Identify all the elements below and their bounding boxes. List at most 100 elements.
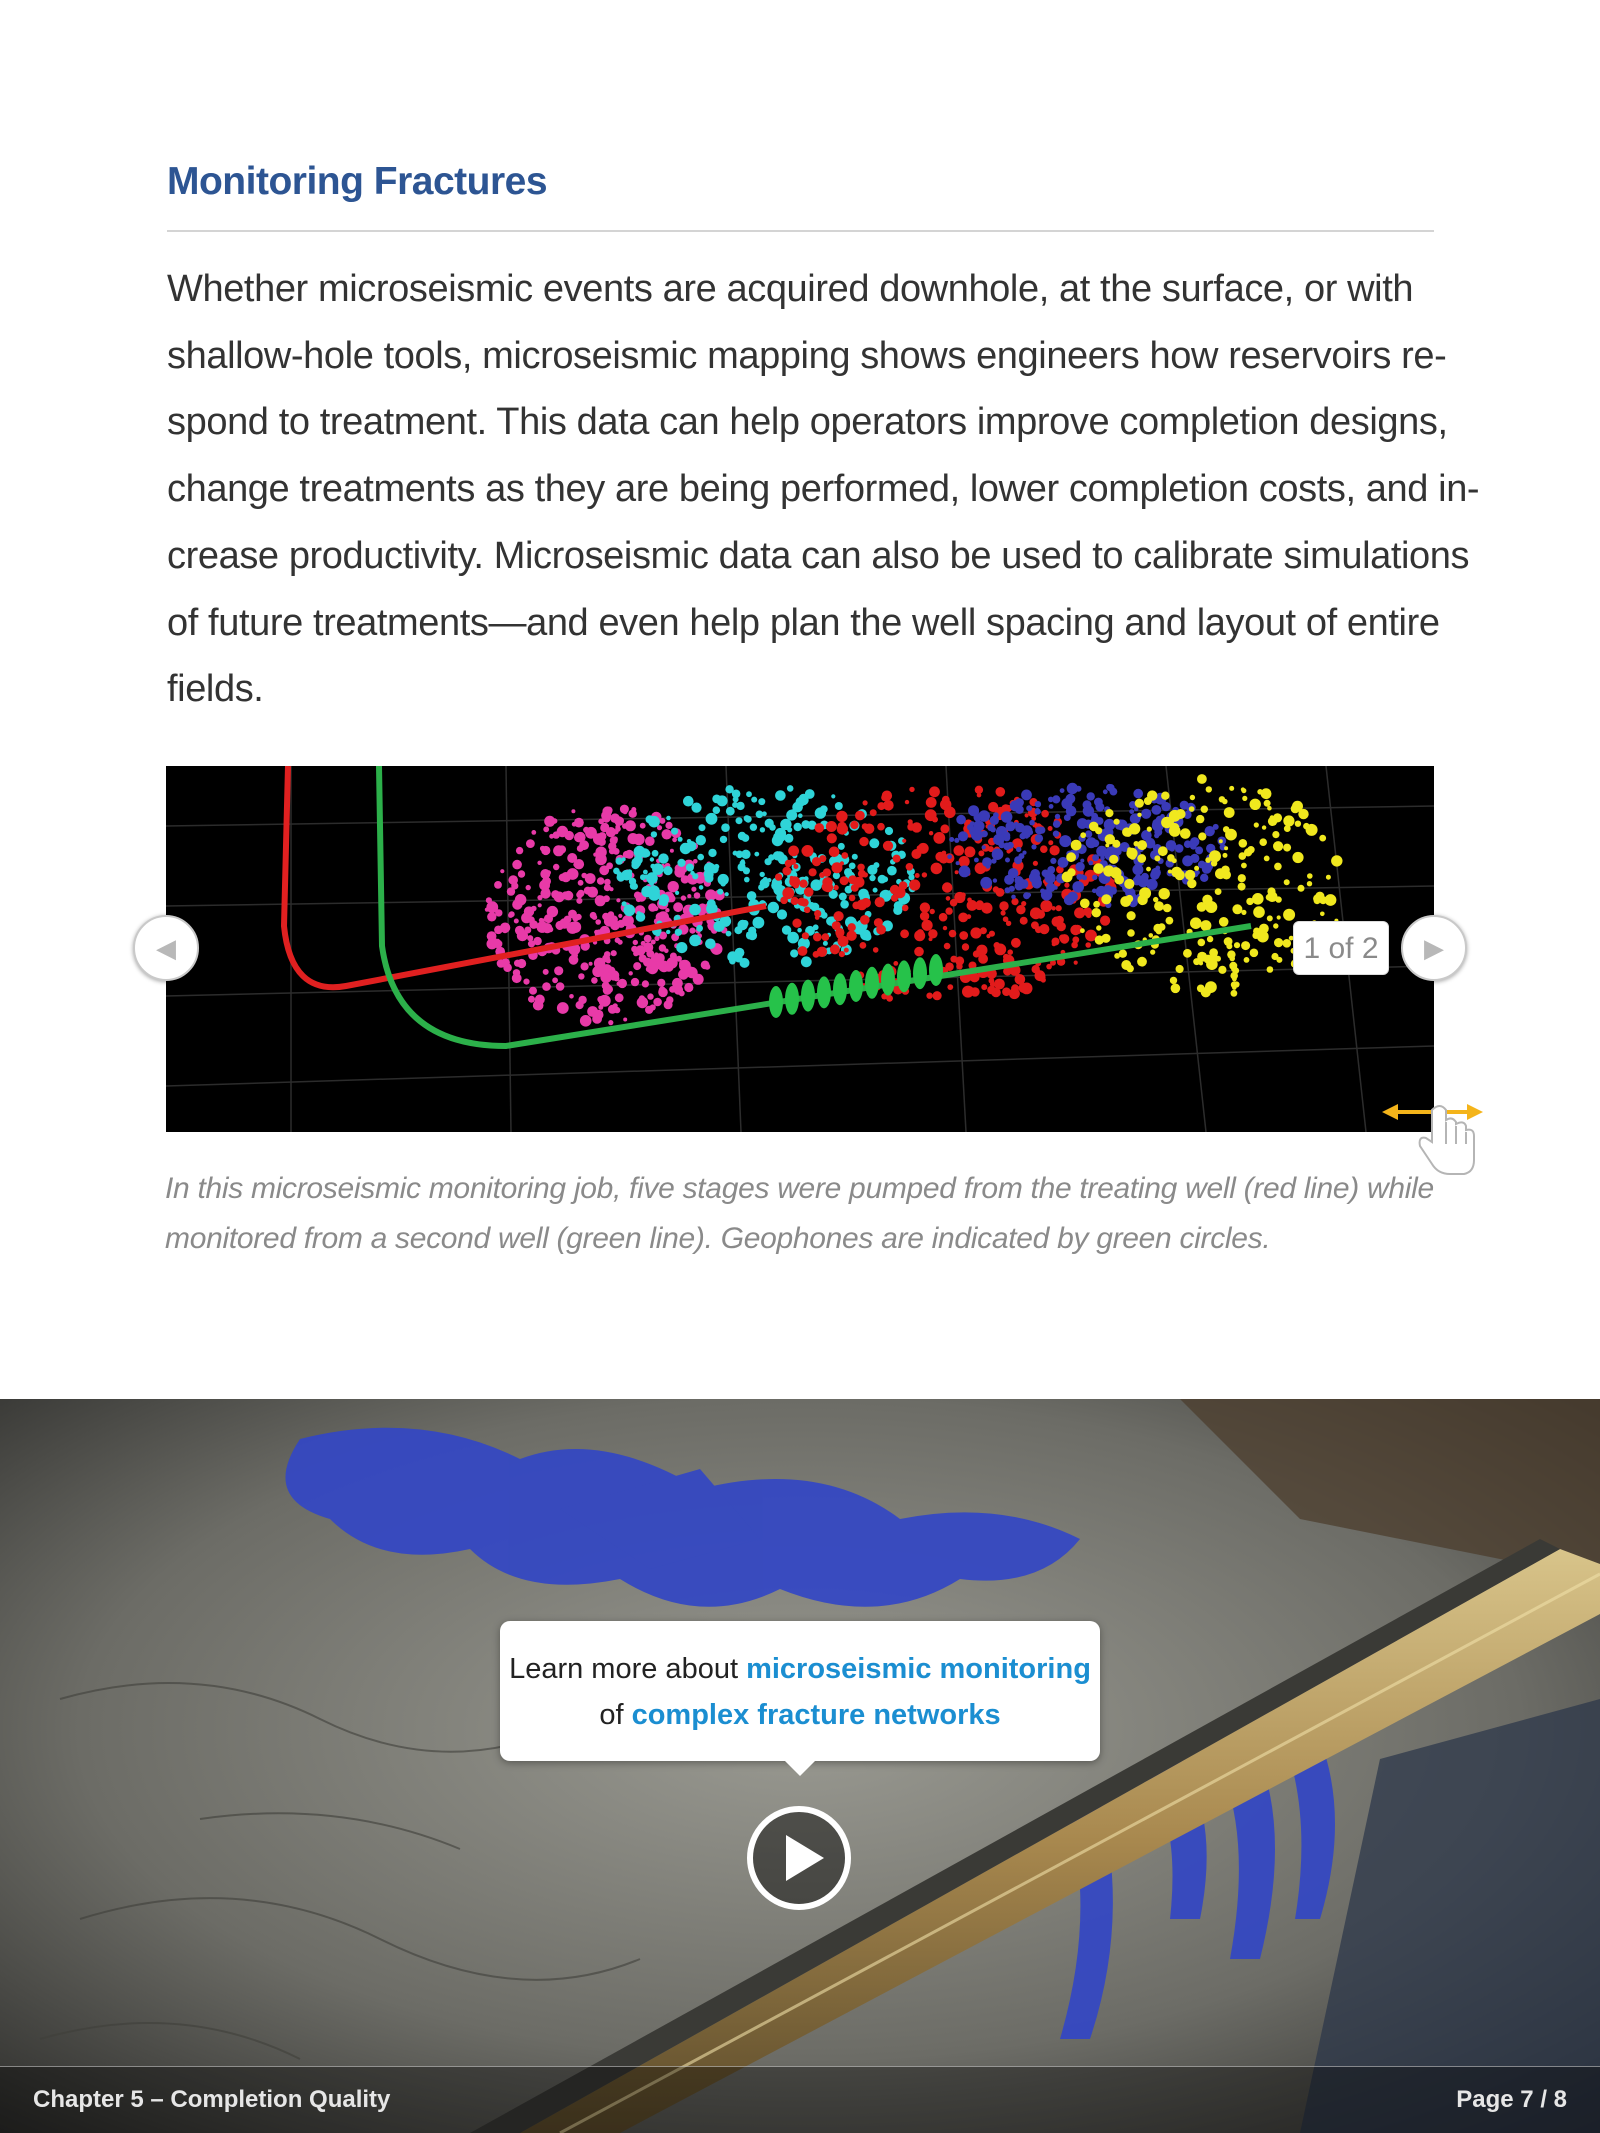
microseismic-event-dot bbox=[679, 842, 692, 855]
microseismic-event-dot bbox=[1266, 915, 1273, 922]
microseismic-event-dot bbox=[907, 819, 913, 825]
microseismic-event-dot bbox=[735, 817, 743, 825]
microseismic-event-dot bbox=[615, 857, 623, 865]
microseismic-event-dot bbox=[543, 826, 550, 833]
microseismic-event-dot bbox=[624, 820, 636, 832]
microseismic-event-dot bbox=[1048, 840, 1054, 846]
microseismic-event-dot bbox=[1141, 830, 1152, 841]
microseismic-event-dot bbox=[981, 845, 986, 850]
microseismic-event-dot bbox=[962, 985, 974, 998]
geophone-marker bbox=[865, 966, 879, 999]
microseismic-event-dot bbox=[959, 931, 969, 940]
microseismic-event-dot bbox=[623, 1017, 628, 1022]
microseismic-event-dot bbox=[1146, 866, 1151, 872]
microseismic-event-dot bbox=[776, 909, 788, 920]
microseismic-event-dot bbox=[537, 860, 542, 865]
microseismic-event-dot bbox=[739, 957, 750, 968]
microseismic-event-dot bbox=[857, 863, 865, 871]
microseismic-event-dot bbox=[773, 833, 780, 840]
microseismic-event-dot bbox=[1212, 823, 1219, 830]
microseismic-event-dot bbox=[893, 961, 899, 966]
microseismic-event-dot bbox=[1168, 825, 1181, 837]
microseismic-event-dot bbox=[749, 823, 758, 831]
microseismic-event-dot bbox=[1064, 882, 1070, 888]
microseismic-monitoring-link[interactable]: microseismic monitoring bbox=[746, 1653, 1091, 1685]
microseismic-event-dot bbox=[828, 846, 840, 858]
microseismic-event-dot bbox=[703, 869, 714, 880]
microseismic-event-dot bbox=[496, 959, 506, 968]
microseismic-event-dot bbox=[595, 895, 604, 903]
microseismic-event-dot bbox=[774, 873, 783, 881]
microseismic-event-dot bbox=[1128, 823, 1141, 835]
microseismic-event-dot bbox=[608, 1020, 614, 1026]
microseismic-event-dot bbox=[644, 874, 649, 879]
microseismic-event-dot bbox=[764, 858, 772, 866]
microseismic-event-dot bbox=[844, 868, 853, 877]
microseismic-event-dot bbox=[1267, 891, 1278, 902]
microseismic-event-dot bbox=[941, 795, 950, 804]
microseismic-event-dot bbox=[792, 882, 800, 889]
microseismic-event-dot bbox=[609, 887, 614, 892]
microseismic-event-dot bbox=[1127, 847, 1132, 852]
microseismic-event-dot bbox=[846, 930, 857, 941]
next-slide-button[interactable]: ▶ bbox=[1401, 915, 1467, 981]
microseismic-event-dot bbox=[1046, 963, 1052, 970]
microseismic-event-dot bbox=[999, 901, 1009, 911]
slide-counter: 1 of 2 bbox=[1293, 921, 1389, 975]
learn-more-callout: Learn more about microseismic monitoring… bbox=[500, 1621, 1100, 1761]
play-icon[interactable] bbox=[746, 1805, 852, 1911]
microseismic-event-dot bbox=[901, 904, 909, 912]
microseismic-event-dot bbox=[872, 887, 878, 893]
microseismic-event-dot bbox=[647, 993, 654, 1000]
microseismic-event-dot bbox=[639, 822, 646, 829]
microseismic-event-dot bbox=[553, 845, 565, 857]
microseismic-event-dot bbox=[793, 864, 799, 869]
microseismic-event-dot bbox=[667, 881, 679, 893]
microseismic-event-dot bbox=[780, 896, 788, 905]
microseismic-event-dot bbox=[638, 954, 647, 963]
microseismic-event-dot bbox=[1076, 873, 1083, 880]
microseismic-event-dot bbox=[1276, 956, 1283, 963]
microseismic-event-dot bbox=[669, 986, 676, 993]
microseismic-event-dot bbox=[1226, 943, 1233, 950]
body-line: fields. bbox=[167, 668, 264, 711]
microseismic-event-dot bbox=[994, 978, 1005, 990]
microseismic-event-dot bbox=[1101, 894, 1112, 905]
microseismic-event-dot bbox=[771, 880, 782, 891]
microseismic-event-dot bbox=[995, 888, 1005, 897]
microseismic-event-dot bbox=[746, 891, 757, 901]
complex-fracture-networks-link[interactable]: complex fracture networks bbox=[632, 1699, 1001, 1731]
microseismic-event-dot bbox=[739, 860, 746, 866]
microseismic-event-dot bbox=[651, 821, 658, 827]
microseismic-event-dot bbox=[1127, 929, 1135, 937]
microseismic-event-dot bbox=[712, 806, 721, 814]
microseismic-event-dot bbox=[1085, 942, 1091, 948]
microseismic-event-dot bbox=[633, 950, 639, 957]
microseismic-event-dot bbox=[1021, 825, 1033, 837]
microseismic-image-slideshow[interactable] bbox=[166, 766, 1434, 1132]
microseismic-event-dot bbox=[929, 786, 940, 798]
microseismic-event-dot bbox=[932, 991, 942, 1001]
microseismic-event-dot bbox=[1154, 833, 1160, 839]
microseismic-event-dot bbox=[1102, 789, 1108, 795]
microseismic-event-dot bbox=[573, 859, 585, 870]
microseismic-event-dot bbox=[822, 940, 828, 946]
microseismic-event-dot bbox=[1088, 860, 1094, 866]
microseismic-event-dot bbox=[525, 884, 531, 891]
previous-slide-button[interactable]: ◀ bbox=[133, 915, 199, 981]
microseismic-event-dot bbox=[1183, 948, 1192, 958]
microseismic-event-dot bbox=[1240, 787, 1245, 792]
microseismic-event-dot bbox=[989, 981, 996, 988]
microseismic-event-dot bbox=[725, 930, 732, 937]
microseismic-event-dot bbox=[1214, 888, 1222, 895]
microseismic-event-dot bbox=[596, 877, 605, 885]
microseismic-event-dot bbox=[554, 966, 564, 976]
microseismic-event-dot bbox=[627, 833, 639, 845]
microseismic-event-dot bbox=[705, 938, 716, 950]
microseismic-event-dot bbox=[1162, 903, 1172, 913]
microseismic-event-dot bbox=[759, 827, 766, 833]
microseismic-event-dot bbox=[994, 943, 1007, 956]
microseismic-event-dot bbox=[839, 876, 849, 886]
microseismic-event-dot bbox=[742, 867, 751, 875]
microseismic-event-dot bbox=[914, 946, 924, 957]
